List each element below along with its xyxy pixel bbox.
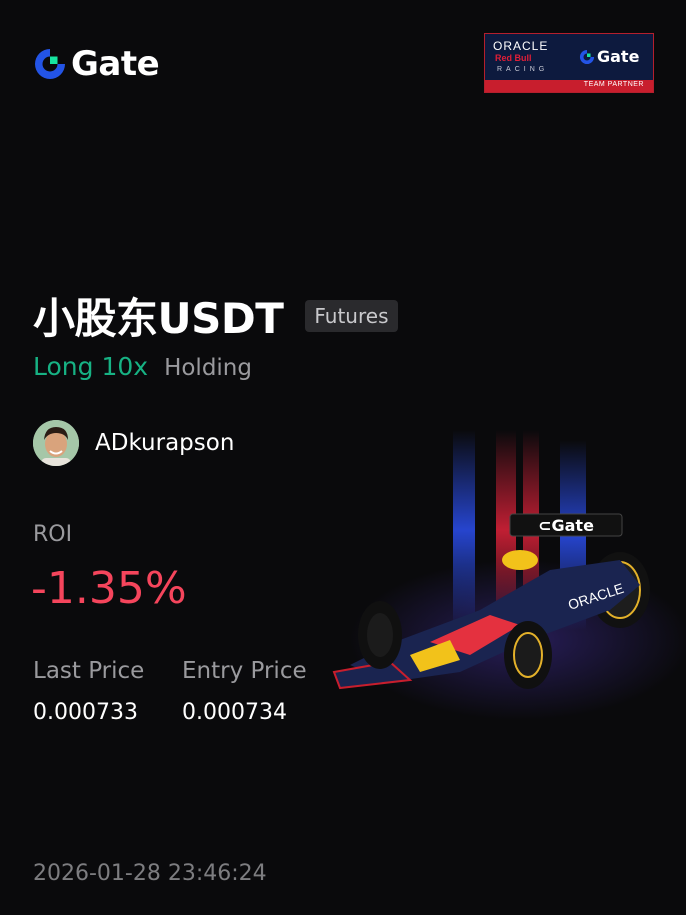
timestamp: 2026-01-28 23:46:24 (33, 861, 267, 886)
last-price-value: 0.000733 (33, 700, 138, 725)
f1-car-illustration: ⊂Gate ORACLE (332, 430, 686, 720)
partner-gate-logo: Gate (579, 47, 639, 66)
svg-text:⊂Gate: ⊂Gate (538, 516, 594, 535)
position-direction: Long 10x (33, 352, 149, 381)
gate-logo-icon (579, 49, 595, 64)
pair-row: 小股东USDT Futures (33, 285, 398, 346)
roi-label: ROI (33, 522, 73, 547)
racing-text: RACING (497, 66, 549, 73)
oracle-text: ORACLE (493, 39, 549, 53)
entry-price-label: Entry Price (182, 658, 307, 684)
position-status: Holding (164, 355, 252, 381)
username: ADkurapson (95, 430, 235, 456)
user-row: ADkurapson (33, 420, 234, 466)
last-price-label: Last Price (33, 658, 145, 684)
trading-pair: 小股东USDT (33, 294, 284, 343)
last-price-block: Last Price 0.000733 (33, 658, 144, 725)
team-partner-badge: ORACLE Red Bull RACING Gate TEAM PARTNER (484, 33, 654, 93)
team-partner-strip: TEAM PARTNER (485, 80, 653, 92)
entry-price-block: Entry Price 0.000734 (182, 658, 307, 725)
gate-logo-icon (35, 49, 65, 79)
market-type-badge: Futures (305, 299, 398, 332)
partner-gate-text: Gate (597, 47, 640, 66)
red-bull-text: Red Bull (495, 53, 532, 63)
position-direction-row: Long 10x Holding (33, 352, 252, 381)
gate-logo: Gate (33, 44, 160, 84)
team-partner-label: TEAM PARTNER (583, 81, 644, 88)
entry-price-value: 0.000734 (182, 700, 287, 725)
roi-value: -1.35% (31, 563, 187, 614)
brand-name: Gate (71, 44, 160, 84)
user-avatar (33, 420, 79, 466)
